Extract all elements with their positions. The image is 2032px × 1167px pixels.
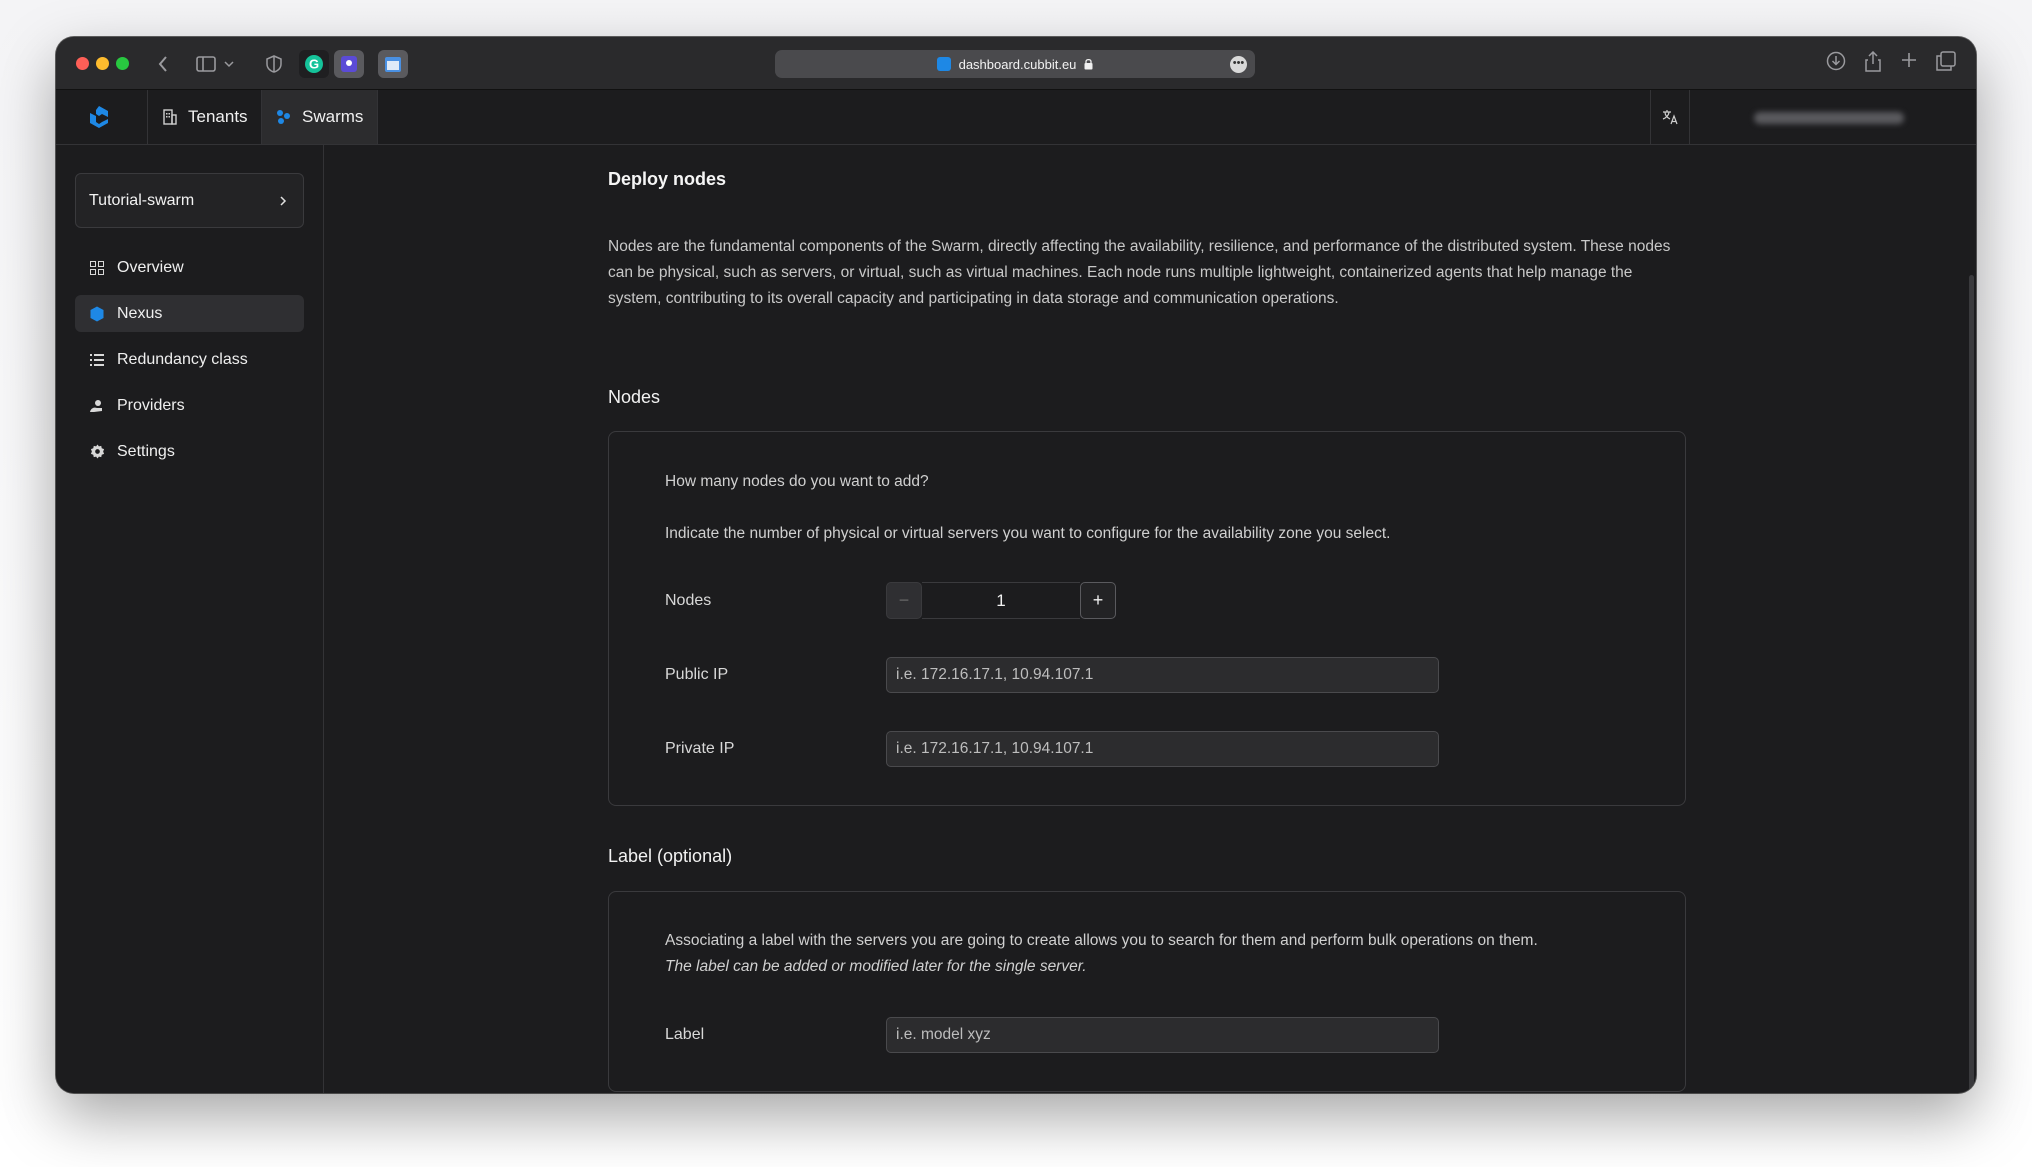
chevron-right-icon bbox=[280, 195, 287, 206]
sidebar-item-settings[interactable]: Settings bbox=[75, 433, 304, 470]
providers-icon bbox=[89, 398, 105, 414]
tab-swarms-label: Swarms bbox=[302, 107, 364, 126]
label-input[interactable] bbox=[886, 1017, 1439, 1053]
hexagon-icon bbox=[89, 306, 105, 322]
site-favicon-icon bbox=[936, 57, 951, 71]
nodes-hint: Indicate the number of physical or virtu… bbox=[665, 525, 1391, 542]
page-title: Deploy nodes bbox=[608, 169, 727, 189]
calendar-extension-icon[interactable] bbox=[378, 50, 408, 78]
translate-icon[interactable] bbox=[1650, 90, 1690, 144]
download-icon[interactable] bbox=[1826, 51, 1846, 76]
sidebar: Tutorial-swarm Overview Nexus Redundancy… bbox=[56, 145, 324, 1093]
nodes-count[interactable]: 1 bbox=[922, 582, 1080, 619]
browser-window: G dashboard.cubbit.eu ••• Tenants Swarms… bbox=[56, 37, 1976, 1093]
decrement-button[interactable]: − bbox=[886, 582, 922, 619]
minimize-window-button[interactable] bbox=[96, 57, 109, 70]
label-card: Associating a label with the servers you… bbox=[608, 891, 1686, 1092]
chevron-down-icon[interactable] bbox=[223, 51, 235, 77]
swarm-selector[interactable]: Tutorial-swarm bbox=[75, 173, 304, 228]
nodes-section-title: Nodes bbox=[608, 387, 661, 407]
sidebar-item-redundancy-class[interactable]: Redundancy class bbox=[75, 341, 304, 378]
sidebar-item-label: Overview bbox=[117, 258, 184, 276]
grid-icon bbox=[89, 260, 105, 276]
swarm-name: Tutorial-swarm bbox=[89, 191, 195, 209]
gear-icon bbox=[89, 444, 105, 460]
public-ip-label: Public IP bbox=[665, 666, 729, 683]
private-ip-label: Private IP bbox=[665, 740, 735, 757]
tab-tenants-label: Tenants bbox=[188, 107, 248, 126]
private-ip-input[interactable] bbox=[886, 731, 1439, 767]
back-icon[interactable] bbox=[152, 51, 174, 77]
nodes-card: How many nodes do you want to add? Indic… bbox=[608, 431, 1686, 806]
app-header: Tenants Swarms bbox=[56, 90, 1976, 145]
sidebar-item-label: Providers bbox=[117, 396, 185, 414]
intro-text: Nodes are the fundamental components of … bbox=[608, 238, 1671, 307]
label-description: Associating a label with the servers you… bbox=[665, 932, 1538, 949]
label-field-label: Label bbox=[665, 1026, 705, 1043]
nodes-question: How many nodes do you want to add? bbox=[665, 473, 929, 490]
swarm-icon bbox=[277, 110, 290, 124]
address-bar[interactable]: dashboard.cubbit.eu ••• bbox=[775, 50, 1255, 78]
list-icon bbox=[89, 352, 105, 368]
main-content: Deploy nodes Nodes are the fundamental c… bbox=[325, 145, 1976, 1093]
sidebar-item-label: Settings bbox=[117, 442, 175, 460]
public-ip-input[interactable] bbox=[886, 657, 1439, 693]
nodes-label: Nodes bbox=[665, 592, 712, 609]
close-window-button[interactable] bbox=[76, 57, 89, 70]
tab-overview-icon[interactable] bbox=[1936, 51, 1956, 76]
sidebar-item-label: Redundancy class bbox=[117, 350, 248, 368]
sidebar-item-providers[interactable]: Providers bbox=[75, 387, 304, 424]
extension-icon[interactable] bbox=[334, 50, 364, 78]
browser-titlebar: G dashboard.cubbit.eu ••• bbox=[56, 37, 1976, 90]
sidebar-toggle-icon[interactable] bbox=[194, 51, 218, 77]
lock-icon bbox=[1084, 58, 1093, 70]
sidebar-item-overview[interactable]: Overview bbox=[75, 249, 304, 286]
page-menu-icon[interactable]: ••• bbox=[1230, 56, 1247, 73]
tab-tenants[interactable]: Tenants bbox=[147, 90, 262, 144]
label-note: The label can be added or modified later… bbox=[665, 958, 1087, 975]
cubbit-logo-icon[interactable] bbox=[86, 104, 112, 130]
svg-text:G: G bbox=[309, 57, 319, 72]
label-section-title: Label (optional) bbox=[608, 846, 733, 866]
maximize-window-button[interactable] bbox=[116, 57, 129, 70]
building-icon bbox=[163, 109, 177, 125]
sidebar-item-label: Nexus bbox=[117, 304, 163, 322]
increment-button[interactable]: + bbox=[1080, 582, 1116, 619]
sidebar-item-nexus[interactable]: Nexus bbox=[75, 295, 304, 332]
new-tab-icon[interactable] bbox=[1900, 51, 1918, 74]
shield-icon[interactable] bbox=[263, 51, 285, 77]
tab-swarms[interactable]: Swarms bbox=[261, 90, 379, 144]
share-icon[interactable] bbox=[1864, 50, 1882, 78]
nodes-stepper[interactable]: − 1 + bbox=[886, 582, 1116, 619]
grammarly-extension-icon[interactable]: G bbox=[299, 50, 329, 78]
user-menu[interactable] bbox=[1754, 112, 1904, 124]
scrollbar[interactable] bbox=[1969, 275, 1974, 1093]
url-text: dashboard.cubbit.eu bbox=[958, 56, 1077, 72]
